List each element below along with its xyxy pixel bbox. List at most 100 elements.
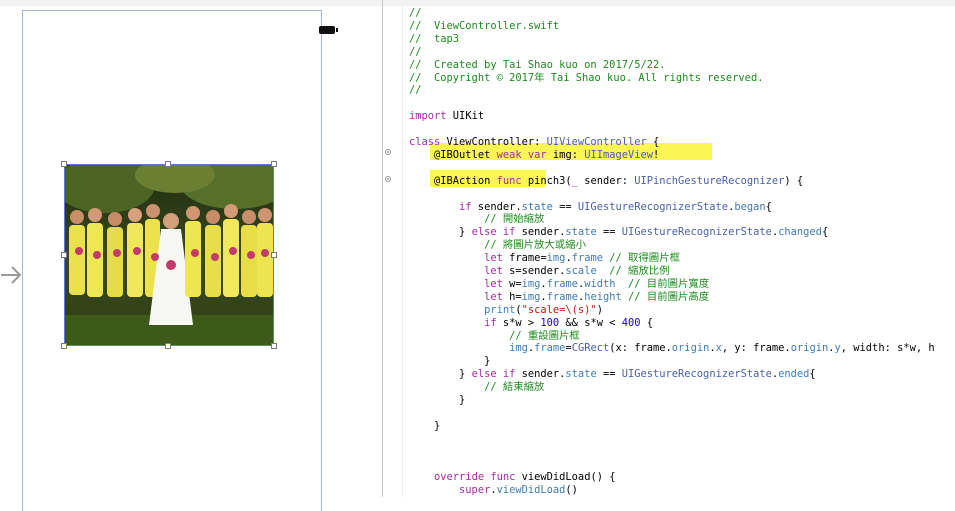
code-token: // Copyright © 2017年 Tai Shao kuo. All r…: [409, 71, 764, 84]
code-token: origin: [671, 342, 710, 355]
code-line[interactable]: img.frame=CGRect(x: frame.origin.x, y: f…: [409, 341, 935, 355]
code-token: , width: s*w, h: [840, 342, 935, 355]
code-token: {: [765, 200, 772, 213]
code-token: "scale=\(s)": [521, 303, 597, 316]
code-token: {: [809, 368, 816, 381]
code-line[interactable]: //: [409, 83, 422, 97]
code-token: //: [409, 84, 422, 97]
code-token: {: [821, 226, 829, 239]
code-token: frame: [534, 342, 566, 355]
code-line[interactable]: let h=img.frame.height // 目前圖片高度: [409, 290, 709, 304]
resize-handle-top[interactable]: [165, 161, 171, 167]
code-token: CGRect: [571, 342, 610, 355]
code-token: sender.: [515, 226, 566, 239]
code-line[interactable]: // 將圖片放大或縮小: [409, 238, 586, 252]
code-line[interactable]: super.viewDidLoad(): [409, 483, 578, 497]
code-line[interactable]: if s*w > 100 && s*w < 400 {: [409, 316, 653, 330]
code-line[interactable]: // tap3: [409, 32, 459, 46]
code-token: frame: [571, 252, 603, 265]
code-line[interactable]: @IBAction func pinch3(_ sender: UIPinchG…: [409, 174, 803, 188]
code-token: img: [521, 290, 541, 303]
code-editor[interactable]: //// ViewController.swift// tap3//// Cre…: [383, 0, 955, 497]
code-token: ) {: [784, 174, 804, 187]
code-token: (x: frame.: [609, 342, 672, 355]
resize-handle-right[interactable]: [271, 252, 277, 258]
code-token: // 取得圖片框: [609, 252, 680, 265]
resize-handle-bottom[interactable]: [165, 343, 171, 349]
code-line[interactable]: }: [409, 393, 465, 407]
code-token: width: [584, 277, 616, 290]
resize-handle-top-right[interactable]: [271, 161, 277, 167]
resize-handle-bottom-right[interactable]: [271, 343, 277, 349]
code-token: }: [409, 419, 441, 432]
code-token: frame: [546, 290, 578, 303]
code-token: UIImageView: [584, 148, 654, 161]
code-line[interactable]: // Created by Tai Shao kuo on 2017/5/22.: [409, 58, 665, 72]
code-token: let: [484, 277, 503, 290]
action-connection-icon[interactable]: [385, 176, 391, 182]
code-token: UIGestureRecognizerState: [621, 368, 772, 381]
code-line[interactable]: // 結束縮放: [409, 380, 544, 394]
code-token: origin: [790, 342, 829, 355]
code-token: ended: [778, 368, 810, 381]
code-token: func: [490, 471, 516, 484]
code-token: // 目前圖片寬度: [628, 277, 710, 290]
initial-view-controller-arrow-icon[interactable]: [0, 262, 24, 288]
code-token: began: [734, 200, 766, 213]
image-view[interactable]: [64, 164, 274, 346]
code-line[interactable]: print("scale=\(s)"): [409, 303, 603, 317]
resize-handle-bottom-left[interactable]: [61, 343, 67, 349]
resize-handle-left[interactable]: [61, 252, 67, 258]
code-token: var: [527, 148, 547, 161]
code-line[interactable]: override func viewDidLoad() {: [409, 470, 615, 484]
code-token: ViewController:: [440, 136, 547, 148]
code-token: UIKit: [446, 110, 485, 123]
editor-top-bar: [383, 0, 955, 6]
code-token: viewDidLoad() {: [515, 471, 616, 484]
code-line[interactable]: if sender.state == UIGestureRecognizerSt…: [409, 200, 772, 214]
code-line[interactable]: // ViewController.swift: [409, 19, 559, 33]
code-token: ==: [552, 200, 578, 213]
code-token: import: [409, 110, 447, 123]
storyboard-canvas[interactable]: [0, 0, 383, 511]
code-token: 100: [540, 316, 560, 329]
code-token: sender.: [471, 200, 522, 213]
code-line[interactable]: // Copyright © 2017年 Tai Shao kuo. All r…: [409, 71, 763, 85]
code-token: weak: [496, 148, 522, 161]
code-token: // 開始縮放: [409, 213, 545, 226]
code-line[interactable]: import UIKit: [409, 109, 484, 123]
outlet-connection-icon[interactable]: [385, 149, 391, 155]
code-line[interactable]: class ViewController: UIViewController {: [409, 135, 659, 149]
code-token: // 將圖片放大或縮小: [409, 239, 586, 252]
code-token: UIPinchGestureRecognizer: [634, 174, 785, 187]
wedding-photo: [65, 165, 273, 345]
code-token: else: [471, 368, 497, 381]
code-token: img: [521, 277, 541, 290]
code-line[interactable]: //: [409, 45, 422, 59]
code-line[interactable]: } else if sender.state == UIGestureRecog…: [409, 225, 828, 239]
code-token: }: [409, 394, 466, 406]
code-line[interactable]: let s=sender.scale // 縮放比例: [409, 264, 669, 278]
code-line[interactable]: } else if sender.state == UIGestureRecog…: [409, 367, 816, 381]
code-line[interactable]: }: [409, 354, 490, 368]
code-token: super: [459, 484, 491, 497]
code-token: sender.: [515, 368, 566, 381]
code-line[interactable]: //: [409, 6, 422, 20]
code-line[interactable]: let w=img.frame.width // 目前圖片寬度: [409, 277, 709, 291]
code-line[interactable]: }: [409, 419, 440, 433]
code-line[interactable]: @IBOutlet weak var img: UIImageView!: [409, 148, 659, 162]
code-token: frame=: [502, 252, 547, 265]
code-line[interactable]: // 開始縮放: [409, 212, 544, 226]
code-token: viewDidLoad: [496, 484, 566, 497]
code-line[interactable]: // 重設圖片框: [409, 329, 580, 343]
code-token: func: [496, 174, 522, 187]
resize-handle-top-left[interactable]: [61, 161, 67, 167]
code-line[interactable]: let frame=img.frame // 取得圖片框: [409, 251, 680, 265]
code-token: //: [409, 7, 422, 19]
code-token: // 結束縮放: [409, 381, 545, 394]
code-token: if: [459, 200, 472, 213]
